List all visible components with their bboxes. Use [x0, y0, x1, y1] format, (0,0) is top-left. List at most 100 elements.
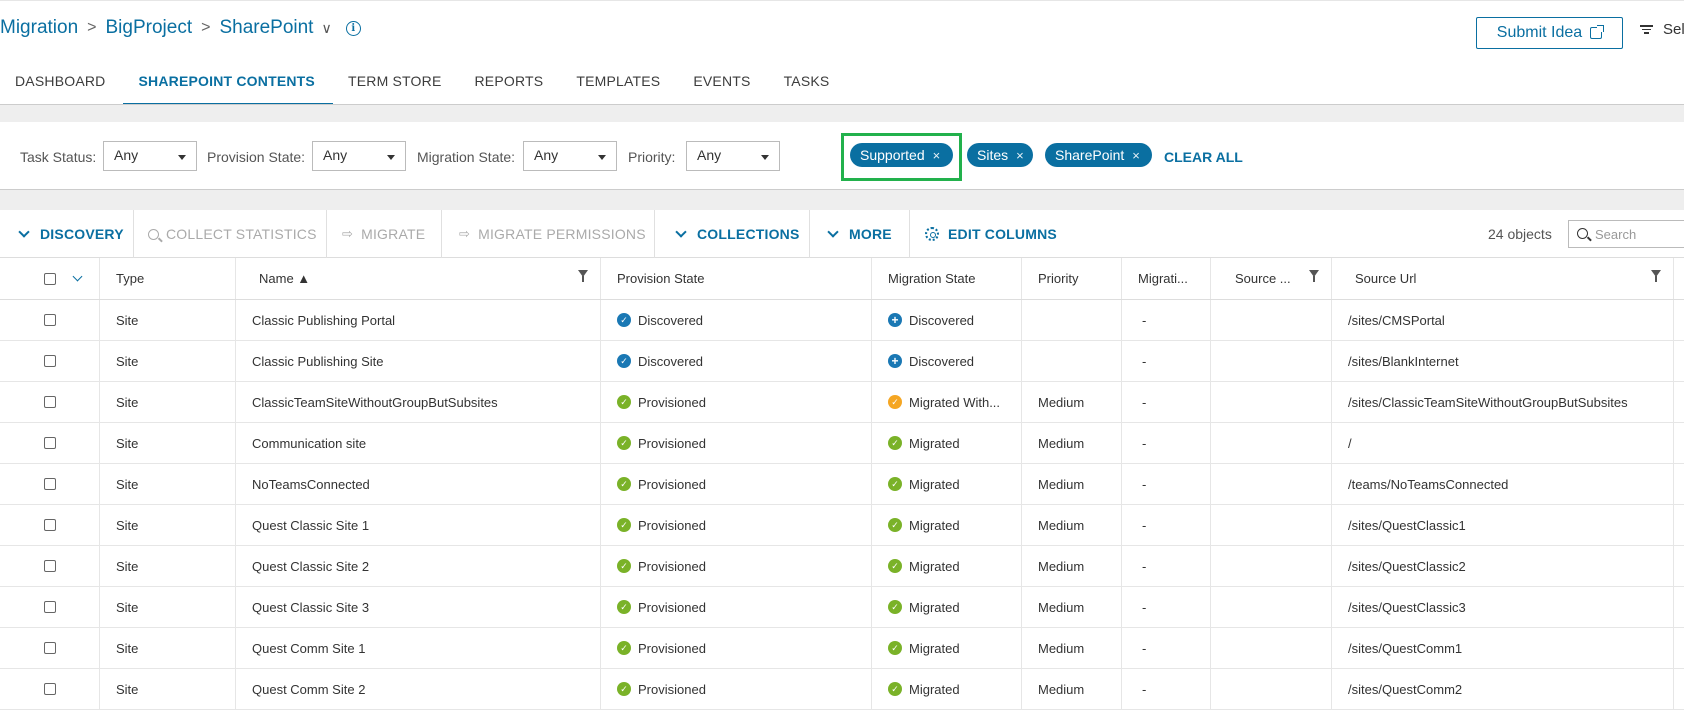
filter-funnel-icon[interactable]	[1651, 270, 1661, 282]
filter-funnel-icon[interactable]	[1309, 270, 1319, 282]
edit-columns-label: EDIT COLUMNS	[948, 226, 1057, 242]
clear-all-button[interactable]: CLEAR ALL	[1164, 149, 1243, 165]
cell-type-text: Site	[116, 517, 139, 533]
migrate-label: MIGRATE	[361, 226, 426, 242]
cell-name-text[interactable]: ClassicTeamSiteWithoutGroupButSubsites	[252, 395, 498, 410]
cell-name-text[interactable]: Quest Classic Site 3	[252, 600, 369, 615]
column-header-provision-state[interactable]: Provision State	[601, 258, 872, 299]
close-icon[interactable]: ×	[1016, 148, 1024, 163]
column-header-priority[interactable]: Priority	[1022, 258, 1122, 299]
cell-name-text[interactable]: Quest Comm Site 1	[252, 641, 365, 656]
table-row[interactable]: Site Classic Publishing Portal ✓ Discovered…	[0, 300, 1684, 341]
more-button[interactable]: MORE	[827, 210, 892, 258]
migrate-permissions-button[interactable]: ⇨ MIGRATE PERMISSIONS	[459, 210, 646, 258]
tab-reports[interactable]: REPORTS	[460, 59, 562, 105]
column-header-source[interactable]: Source ...	[1211, 258, 1332, 299]
filter-chip-sites[interactable]: Sites ×	[967, 143, 1033, 167]
row-checkbox[interactable]	[44, 519, 56, 531]
green-check-icon: ✓	[888, 682, 902, 696]
table-row[interactable]: Site Classic Publishing Site ✓ Discovered + D…	[0, 341, 1684, 382]
cell-select	[0, 669, 100, 709]
cell-provision-state-text: Provisioned	[638, 599, 706, 615]
tab-term-store[interactable]: TERM STORE	[333, 59, 460, 105]
cell-name-text[interactable]: Quest Classic Site 1	[252, 518, 369, 533]
breadcrumb-migration[interactable]: Migration	[0, 17, 78, 39]
cell-source	[1211, 669, 1332, 709]
priority-select[interactable]: Any	[686, 141, 780, 171]
migration-state-select[interactable]: Any	[523, 141, 617, 171]
cell-name-text[interactable]: Quest Comm Site 2	[252, 682, 365, 697]
submit-idea-button[interactable]: Submit Idea	[1476, 17, 1623, 49]
collections-button[interactable]: COLLECTIONS	[675, 210, 800, 258]
table-row[interactable]: Site ClassicTeamSiteWithoutGroupButSubsit…	[0, 382, 1684, 423]
cell-type: Site	[100, 382, 236, 422]
row-checkbox[interactable]	[44, 642, 56, 654]
tab-dashboard[interactable]: DASHBOARD	[0, 59, 123, 105]
provision-state-select[interactable]: Any	[312, 141, 406, 171]
migrate-button[interactable]: ⇨ MIGRATE	[342, 210, 425, 258]
table-row[interactable]: Site Quest Classic Site 3 ✓ Provisioned ✓ Mig…	[0, 587, 1684, 628]
table-row[interactable]: Site Quest Classic Site 1 ✓ Provisioned ✓ Mig…	[0, 505, 1684, 546]
cell-name: Quest Classic Site 1	[236, 505, 601, 545]
tab-events[interactable]: EVENTS	[678, 59, 768, 105]
table-row[interactable]: Site Quest Comm Site 1 ✓ Provisioned ✓ Migrat…	[0, 628, 1684, 669]
column-header-source-url[interactable]: Source Url	[1332, 258, 1674, 299]
cell-name-text[interactable]: Communication site	[252, 436, 366, 451]
edit-columns-button[interactable]: EDIT COLUMNS	[925, 210, 1057, 258]
chevron-down-icon[interactable]	[72, 271, 83, 282]
column-header-migration[interactable]: Migrati...	[1122, 258, 1211, 299]
select-menu-button[interactable]: Sel	[1640, 21, 1684, 38]
breadcrumb-current[interactable]: SharePoint	[219, 17, 313, 39]
cell-name-text[interactable]: Quest Classic Site 2	[252, 559, 369, 574]
table-row[interactable]: Site NoTeamsConnected ✓ Provisioned ✓ Migrate…	[0, 464, 1684, 505]
row-checkbox[interactable]	[44, 396, 56, 408]
search-input[interactable]: Search	[1568, 220, 1684, 248]
cell-migration-text: -	[1142, 476, 1147, 492]
close-icon[interactable]: ×	[933, 148, 941, 163]
cell-name-text[interactable]: Classic Publishing Site	[252, 354, 384, 369]
breadcrumb-separator: >	[201, 19, 211, 36]
column-label: Priority	[1038, 271, 1079, 286]
row-checkbox[interactable]	[44, 355, 56, 367]
cell-migration-state: ✓ Migrated	[872, 464, 1022, 504]
cell-provision-state-text: Discovered	[638, 353, 704, 369]
discovery-button[interactable]: DISCOVERY	[18, 210, 124, 258]
close-icon[interactable]: ×	[1132, 148, 1140, 163]
row-checkbox[interactable]	[44, 437, 56, 449]
tab-tasks[interactable]: TASKS	[769, 59, 848, 105]
tab-templates[interactable]: TEMPLATES	[561, 59, 678, 105]
column-header-migration-state[interactable]: Migration State	[872, 258, 1022, 299]
cell-migration-state: ✓ Migrated	[872, 587, 1022, 627]
row-checkbox[interactable]	[44, 560, 56, 572]
select-all-checkbox[interactable]	[44, 272, 56, 285]
column-header-name[interactable]: Name ▲	[236, 258, 601, 299]
caret-down-icon	[387, 155, 395, 160]
cell-migration-state-text: Migrated	[909, 640, 960, 656]
table-row[interactable]: Site Quest Classic Site 2 ✓ Provisioned ✓ Mig…	[0, 546, 1684, 587]
green-check-icon: ✓	[888, 436, 902, 450]
gear-icon	[925, 227, 939, 241]
row-checkbox[interactable]	[44, 601, 56, 613]
table-row[interactable]: Site Communication site ✓ Provisioned ✓ Migra…	[0, 423, 1684, 464]
filter-chip-sharepoint[interactable]: SharePoint ×	[1045, 143, 1152, 167]
collect-statistics-button[interactable]: COLLECT STATISTICS	[148, 210, 317, 258]
table-row[interactable]: Site Quest Comm Site 2 ✓ Provisioned ✓ Migrat…	[0, 669, 1684, 710]
cell-source-url-text: /teams/NoTeamsConnected	[1348, 476, 1509, 492]
cell-name-text[interactable]: Classic Publishing Portal	[252, 313, 395, 328]
row-checkbox[interactable]	[44, 478, 56, 490]
row-checkbox[interactable]	[44, 314, 56, 326]
cell-name-text[interactable]: NoTeamsConnected	[252, 477, 370, 492]
toolbar-divider	[909, 210, 910, 258]
cell-priority-text: Medium	[1038, 394, 1085, 410]
column-header-type[interactable]: Type	[100, 258, 236, 299]
row-checkbox[interactable]	[44, 683, 56, 695]
info-icon[interactable]: i	[345, 20, 361, 36]
filter-funnel-icon[interactable]	[578, 270, 588, 282]
green-check-icon: ✓	[617, 682, 631, 696]
tab-sharepoint-contents[interactable]: SHAREPOINT CONTENTS	[123, 59, 333, 105]
cell-source-url: /sites/CMSPortal	[1332, 300, 1674, 340]
chevron-down-icon[interactable]: ∨	[321, 20, 331, 37]
filter-chip-supported[interactable]: Supported ×	[850, 143, 953, 167]
task-status-select[interactable]: Any	[103, 141, 197, 171]
breadcrumb-project[interactable]: BigProject	[106, 17, 193, 39]
